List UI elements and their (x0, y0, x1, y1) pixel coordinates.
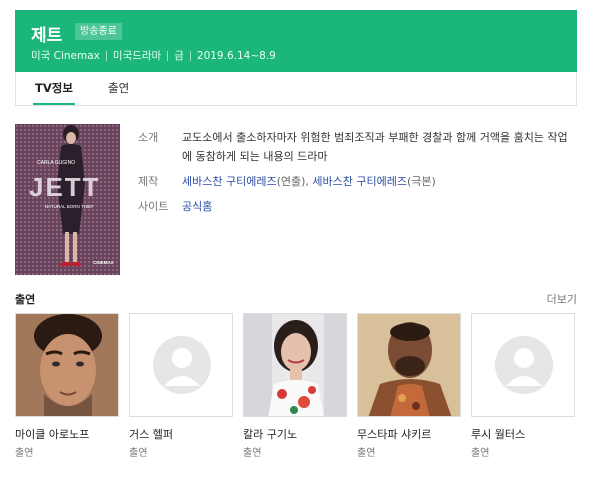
placeholder-avatar-icon (130, 314, 232, 416)
site-row: 사이트 공식홈 (138, 197, 568, 216)
program-title: 제트 (31, 26, 63, 46)
tab-bar: TV정보 출연 (15, 72, 577, 106)
cast-card[interactable]: 거스 헬퍼 출연 (129, 313, 233, 459)
meta-genre: 미국드라마 (112, 50, 162, 62)
more-button[interactable]: 더보기 (547, 291, 577, 307)
cast-role: 출연 (357, 448, 376, 459)
poster-tagline-text: NATURAL BORN THIEF (45, 204, 94, 209)
cast-card[interactable]: 무스타파 샤키르 출연 (357, 313, 461, 459)
synopsis-label: 소개 (138, 131, 159, 144)
tab-tv-info[interactable]: TV정보 (33, 72, 75, 105)
cast-photo[interactable] (471, 313, 575, 417)
cast-role: 출연 (15, 448, 34, 459)
placeholder-avatar-icon (472, 314, 574, 416)
cast-role: 출연 (129, 448, 148, 459)
meta-divider (105, 50, 107, 61)
cast-name[interactable]: 마이클 아로노프 (15, 426, 119, 442)
synopsis-text: 교도소에서 출소하자마자 위험한 범죄조직과 부패한 경찰과 함께 거액을 훔치… (182, 131, 568, 163)
poster-title-text: JETT (29, 172, 101, 202)
cast-name[interactable]: 루시 월터스 (471, 426, 575, 442)
writer-link[interactable]: 세바스찬 구티에레즈 (312, 175, 407, 188)
poster-brand-text: CINEMAX (93, 260, 114, 265)
production-label: 제작 (138, 175, 159, 188)
tab-cast[interactable]: 출연 (108, 72, 129, 105)
meta-day: 금 (174, 50, 184, 62)
production-value: 세바스찬 구티에레즈(연출), 세바스찬 구티에레즈(극본) (182, 172, 568, 191)
official-site-link[interactable]: 공식홈 (182, 200, 212, 213)
cast-card[interactable]: 마이클 아로노프 출연 (15, 313, 119, 459)
poster-art: CARLA GUGINO JETT NATURAL BORN THIEF CIN… (15, 124, 120, 275)
poster-image[interactable]: CARLA GUGINO JETT NATURAL BORN THIEF CIN… (15, 124, 120, 275)
meta-divider (189, 50, 191, 61)
cast-photo[interactable] (129, 313, 233, 417)
cast-list: 마이클 아로노프 출연 거스 헬퍼 출연 칼라 구기노 출연 무스타파 샤키르 … (15, 313, 577, 473)
cast-name[interactable]: 거스 헬퍼 (129, 426, 233, 442)
cast-section-title: 출연 (15, 293, 36, 306)
cast-role: 출연 (471, 448, 490, 459)
cast-card[interactable]: 칼라 구기노 출연 (243, 313, 347, 459)
director-role: (연출) (276, 175, 306, 188)
production-separator: , (305, 175, 309, 188)
cast-photo[interactable] (243, 313, 347, 417)
program-meta: 미국 Cinemax 미국드라마 금 2019.6.14~8.9 (31, 48, 276, 63)
cast-name[interactable]: 칼라 구기노 (243, 426, 347, 442)
director-link[interactable]: 세바스찬 구티에레즈 (182, 175, 277, 188)
cast-card[interactable]: 루시 월터스 출연 (471, 313, 575, 459)
synopsis-row: 소개 교도소에서 출소하자마자 위험한 범죄조직과 부패한 경찰과 함께 거액을… (138, 128, 568, 166)
poster-actor-text: CARLA GUGINO (37, 160, 75, 166)
cast-role: 출연 (243, 448, 262, 459)
meta-channel: 미국 Cinemax (31, 50, 100, 62)
program-info: 소개 교도소에서 출소하자마자 위험한 범죄조직과 부패한 경찰과 함께 거액을… (138, 128, 568, 222)
writer-role: (극본) (406, 175, 436, 188)
meta-divider (167, 50, 169, 61)
meta-dates: 2019.6.14~8.9 (196, 49, 276, 62)
site-label: 사이트 (138, 200, 169, 213)
man-short-hair-photo (16, 314, 118, 416)
program-header: 제트 방송종료 미국 Cinemax 미국드라마 금 2019.6.14~8.9 (15, 10, 577, 72)
cast-photo[interactable] (357, 313, 461, 417)
man-beard-photo (358, 314, 460, 416)
status-badge: 방송종료 (75, 23, 122, 40)
production-row: 제작 세바스찬 구티에레즈(연출), 세바스찬 구티에레즈(극본) (138, 172, 568, 191)
cast-photo[interactable] (15, 313, 119, 417)
cast-header: 출연 더보기 (15, 291, 577, 309)
woman-floral-dress-photo (244, 314, 346, 416)
cast-name[interactable]: 무스타파 샤키르 (357, 426, 461, 442)
